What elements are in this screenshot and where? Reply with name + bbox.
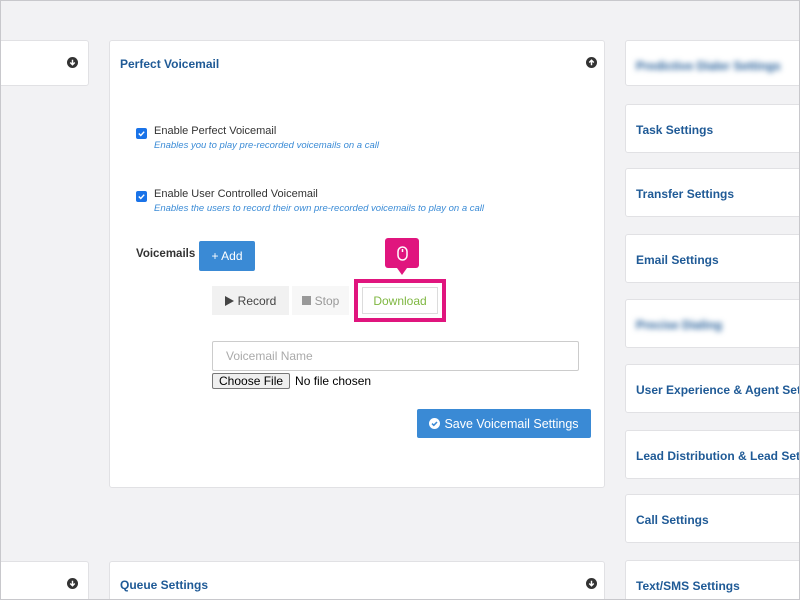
option-label: Enable User Controlled Voicemail xyxy=(154,188,318,200)
download-highlight: Download xyxy=(354,279,446,322)
panel-title: Perfect Voicemail xyxy=(120,57,220,71)
panel-title: Text/SMS Settings xyxy=(636,579,740,593)
option-help-text: Enables the users to record their own pr… xyxy=(154,203,485,214)
file-upload: Choose File No file chosen xyxy=(212,373,371,389)
option-enable-user-controlled-voicemail: Enable User Controlled Voicemail Enables… xyxy=(136,187,484,216)
right-panel-transfer[interactable]: Transfer Settings xyxy=(625,168,800,217)
option-label: Enable Perfect Voicemail xyxy=(154,125,277,137)
recording-toolbar: Record Stop xyxy=(212,286,349,315)
expand-down-icon[interactable] xyxy=(586,578,597,589)
panel-title: User Experience & Agent Setti xyxy=(636,383,800,397)
checkbox-enable-user-controlled-voicemail[interactable] xyxy=(136,191,147,202)
stop-button[interactable]: Stop xyxy=(292,286,349,315)
save-label: Save Voicemail Settings xyxy=(444,416,579,431)
voicemail-name-input[interactable]: Voicemail Name xyxy=(212,341,579,371)
add-voicemail-button[interactable]: + Add xyxy=(199,241,255,271)
stop-label: Stop xyxy=(314,293,340,308)
left-bottom-panel xyxy=(0,561,89,600)
save-voicemail-settings-button[interactable]: Save Voicemail Settings xyxy=(417,409,591,438)
record-label: Record xyxy=(237,293,277,308)
right-panel-predictive[interactable]: Predictive Dialer Settings xyxy=(625,40,800,86)
checkbox-enable-perfect-voicemail[interactable] xyxy=(136,128,147,139)
right-panel-task[interactable]: Task Settings xyxy=(625,104,800,153)
panel-title: Lead Distribution & Lead Setti xyxy=(636,449,800,463)
expand-down-icon[interactable] xyxy=(67,57,78,68)
right-panel-precise[interactable]: Precise Dialing xyxy=(625,299,800,348)
panel-title: Email Settings xyxy=(636,253,719,267)
stop-icon xyxy=(301,296,311,305)
panel-title: Precise Dialing xyxy=(636,318,723,332)
option-help-text: Enables you to play pre-recorded voicema… xyxy=(154,140,379,151)
perfect-voicemail-panel: Perfect Voicemail Enable Perfect Voicema… xyxy=(109,40,605,488)
queue-settings-panel[interactable]: Queue Settings xyxy=(109,561,605,600)
option-enable-perfect-voicemail: Enable Perfect Voicemail Enables you to … xyxy=(136,124,379,153)
panel-title: Transfer Settings xyxy=(636,187,735,201)
voicemails-label: Voicemails xyxy=(136,248,196,260)
collapse-up-icon[interactable] xyxy=(586,57,597,68)
play-icon xyxy=(224,295,234,306)
expand-down-icon[interactable] xyxy=(67,578,78,589)
check-circle-icon xyxy=(429,418,441,429)
panel-title: Predictive Dialer Settings xyxy=(636,59,781,73)
cursor-tooltip xyxy=(385,238,419,275)
panel-title: Queue Settings xyxy=(120,578,209,592)
left-top-panel xyxy=(0,40,89,86)
no-file-text: No file chosen xyxy=(295,374,372,388)
right-panel-email[interactable]: Email Settings xyxy=(625,234,800,283)
panel-title: Task Settings xyxy=(636,123,714,137)
record-button[interactable]: Record xyxy=(212,286,289,315)
choose-file-button[interactable]: Choose File xyxy=(212,373,291,389)
mouse-icon xyxy=(396,245,408,261)
right-panel-user-experience[interactable]: User Experience & Agent Setti xyxy=(625,364,800,413)
panel-title: Call Settings xyxy=(636,513,709,527)
right-panel-call[interactable]: Call Settings xyxy=(625,494,800,543)
right-panel-lead-distribution[interactable]: Lead Distribution & Lead Setti xyxy=(625,430,800,479)
download-button[interactable]: Download xyxy=(362,287,438,314)
right-panel-text-sms[interactable]: Text/SMS Settings xyxy=(625,560,800,600)
